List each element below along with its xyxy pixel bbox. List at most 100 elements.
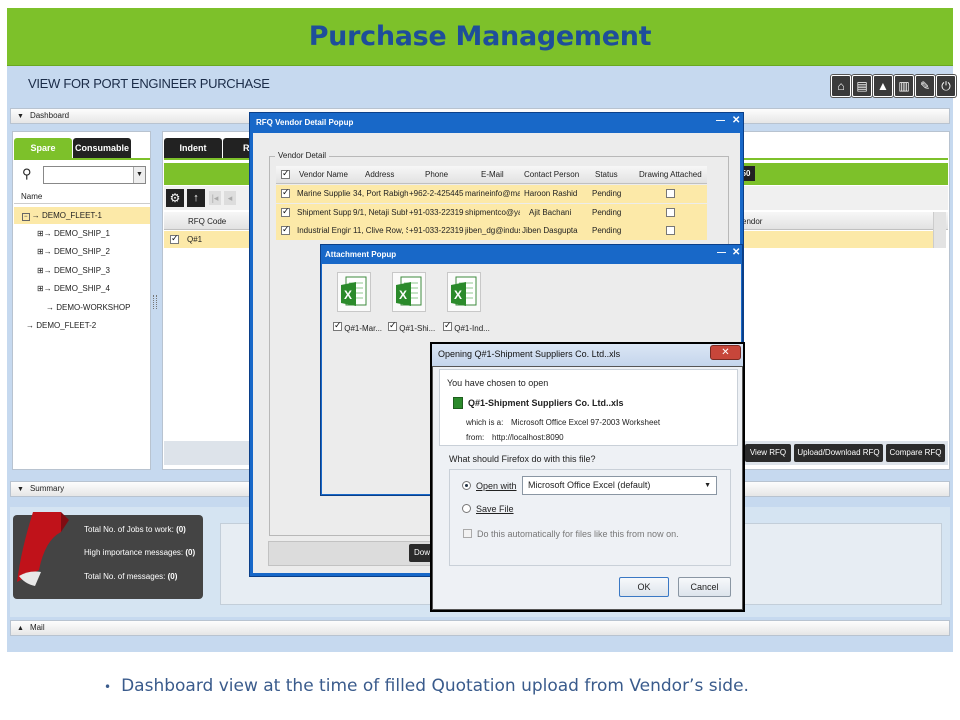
edit-icon[interactable]: ✎: [915, 75, 935, 97]
col-contact-person[interactable]: Contact Person: [524, 170, 580, 179]
minimize-icon[interactable]: —: [717, 247, 726, 257]
from-label: from:: [466, 433, 485, 442]
cancel-button[interactable]: Cancel: [678, 577, 731, 597]
warning-icon[interactable]: ▲: [873, 75, 893, 97]
save-file-radio[interactable]: [462, 504, 471, 515]
drawing-checkbox[interactable]: [666, 189, 675, 200]
vendor-email: jiben_dg@indus: [465, 226, 520, 235]
open-with-radio[interactable]: [462, 481, 471, 492]
attachment-item[interactable]: Q#1-Mar...: [333, 322, 382, 333]
attachment-item[interactable]: Q#1-Ind...: [443, 322, 490, 333]
tree-node-ship-4[interactable]: ⊞→ DEMO_SHIP_4: [37, 284, 110, 293]
col-email[interactable]: E-Mail: [481, 170, 521, 179]
header-banner: Purchase Management: [7, 8, 953, 66]
minimize-icon[interactable]: —: [716, 115, 725, 125]
excel-file-icon: [453, 397, 463, 409]
tree-header: Name: [21, 192, 43, 201]
excel-file-icon[interactable]: X: [447, 272, 481, 312]
power-icon[interactable]: ⏻: [936, 75, 956, 97]
bullet-icon: •: [104, 680, 112, 694]
gear-icon[interactable]: ⚙: [166, 189, 184, 207]
col-status[interactable]: Status: [595, 170, 625, 179]
row-checkbox[interactable]: [281, 187, 290, 200]
col-phone[interactable]: Phone: [425, 170, 465, 179]
close-icon[interactable]: ✕: [732, 247, 740, 258]
search-icon[interactable]: ⚲: [22, 166, 32, 182]
tab-indent[interactable]: Indent: [164, 138, 222, 158]
select-all-checkbox[interactable]: [281, 168, 290, 181]
upload-download-rfq-button[interactable]: Upload/Download RFQ: [794, 444, 883, 462]
vendor-email: shipmentco@ya: [465, 208, 520, 217]
vendor-address: 9/1, Netaji Subh: [353, 208, 408, 217]
vendor-status: Pending: [592, 226, 622, 235]
ok-button[interactable]: OK: [619, 577, 669, 597]
page-title: Purchase Management: [308, 21, 652, 52]
tab-consumable[interactable]: Consumable: [73, 138, 131, 158]
chosen-text: You have chosen to open: [447, 378, 549, 388]
tab-underline: [14, 158, 150, 160]
row-checkbox[interactable]: [170, 233, 179, 246]
svg-text:X: X: [344, 288, 352, 302]
drawing-checkbox[interactable]: [666, 208, 675, 219]
col-drawing-attached[interactable]: Drawing Attached: [639, 170, 705, 179]
splitter-handle[interactable]: [153, 295, 157, 309]
col-rfq-code[interactable]: RFQ Code: [188, 213, 226, 230]
auto-label[interactable]: Do this automatically for files like thi…: [477, 529, 679, 539]
view-title: VIEW FOR PORT ENGINEER PURCHASE: [28, 76, 270, 91]
close-icon[interactable]: ✕: [732, 115, 740, 126]
footnote: • Dashboard view at the time of filled Qu…: [104, 676, 749, 696]
compare-rfq-button[interactable]: Compare RFQ: [886, 444, 945, 462]
upload-icon[interactable]: ↑: [187, 189, 205, 207]
tree-node-fleet-1[interactable]: − → DEMO_FLEET-1: [22, 211, 102, 221]
vendor-phone: +91-033-22319-: [409, 208, 464, 217]
vendor-email: marineinfo@ma: [465, 189, 520, 198]
vendor-contact: Haroon Rashid: [524, 189, 578, 198]
summary-label: Summary: [29, 484, 65, 493]
expand-arrow-icon[interactable]: ▲: [17, 622, 24, 636]
total-messages-count: Total No. of messages: (0): [84, 572, 178, 581]
tree-node-fleet-2[interactable]: → DEMO_FLEET-2: [26, 321, 96, 330]
app-select[interactable]: Microsoft Office Excel (default) ▼: [522, 476, 717, 495]
excel-file-icon[interactable]: X: [337, 272, 371, 312]
drawing-checkbox[interactable]: [666, 226, 675, 237]
mail-bar[interactable]: ▲ Mail: [10, 620, 950, 636]
vendor-status: Pending: [592, 189, 622, 198]
col-vendor-name[interactable]: Vendor Name: [299, 170, 351, 179]
tab-rfq[interactable]: R: [223, 138, 251, 158]
chevron-down-icon[interactable]: ▼: [704, 477, 711, 494]
file-type: Microsoft Office Excel 97-2003 Worksheet: [511, 418, 661, 427]
vendor-name: Marine Supplier: [297, 189, 351, 198]
printer-icon[interactable]: ▤: [852, 75, 872, 97]
collapse-arrow-icon[interactable]: ▼: [17, 110, 24, 124]
which-label: which is a:: [466, 418, 504, 427]
ff-dialog-title: Opening Q#1-Shipment Suppliers Co. Ltd..…: [438, 349, 621, 359]
tree-node-workshop[interactable]: → DEMO-WORKSHOP: [46, 303, 130, 312]
tab-spare[interactable]: Spare: [14, 138, 72, 158]
ribbon-icon: [17, 512, 69, 586]
document-icon[interactable]: ▥: [894, 75, 914, 97]
col-address[interactable]: Address: [365, 170, 405, 179]
collapse-arrow-icon[interactable]: ▼: [17, 483, 24, 497]
scrollbar[interactable]: [933, 212, 946, 248]
divider: [14, 203, 150, 204]
tree-node-ship-1[interactable]: ⊞→ DEMO_SHIP_1: [37, 229, 110, 238]
excel-file-icon[interactable]: X: [392, 272, 426, 312]
open-with-label[interactable]: Open with: [476, 481, 517, 491]
attachment-item[interactable]: Q#1-Shi...: [388, 322, 435, 333]
chevron-down-icon[interactable]: ▼: [133, 167, 145, 183]
close-icon[interactable]: ✕: [710, 345, 741, 360]
vendor-name: Industrial Engine: [297, 226, 351, 235]
vendor-address: 34, Port Rabigh,: [353, 189, 408, 198]
home-icon[interactable]: ⌂: [831, 75, 851, 97]
save-file-label[interactable]: Save File: [476, 504, 514, 514]
search-input[interactable]: ▼: [43, 166, 146, 184]
tree-node-ship-2[interactable]: ⊞→ DEMO_SHIP_2: [37, 247, 110, 256]
view-rfq-button[interactable]: View RFQ: [745, 444, 791, 462]
tree-node-ship-3[interactable]: ⊞→ DEMO_SHIP_3: [37, 266, 110, 275]
row-checkbox[interactable]: [281, 206, 290, 219]
prev-page-icon[interactable]: ◂: [224, 191, 236, 205]
row-checkbox[interactable]: [281, 224, 290, 237]
col-vendor[interactable]: endor: [742, 213, 762, 230]
auto-checkbox[interactable]: [463, 529, 472, 540]
first-page-icon[interactable]: |◂: [209, 191, 221, 205]
